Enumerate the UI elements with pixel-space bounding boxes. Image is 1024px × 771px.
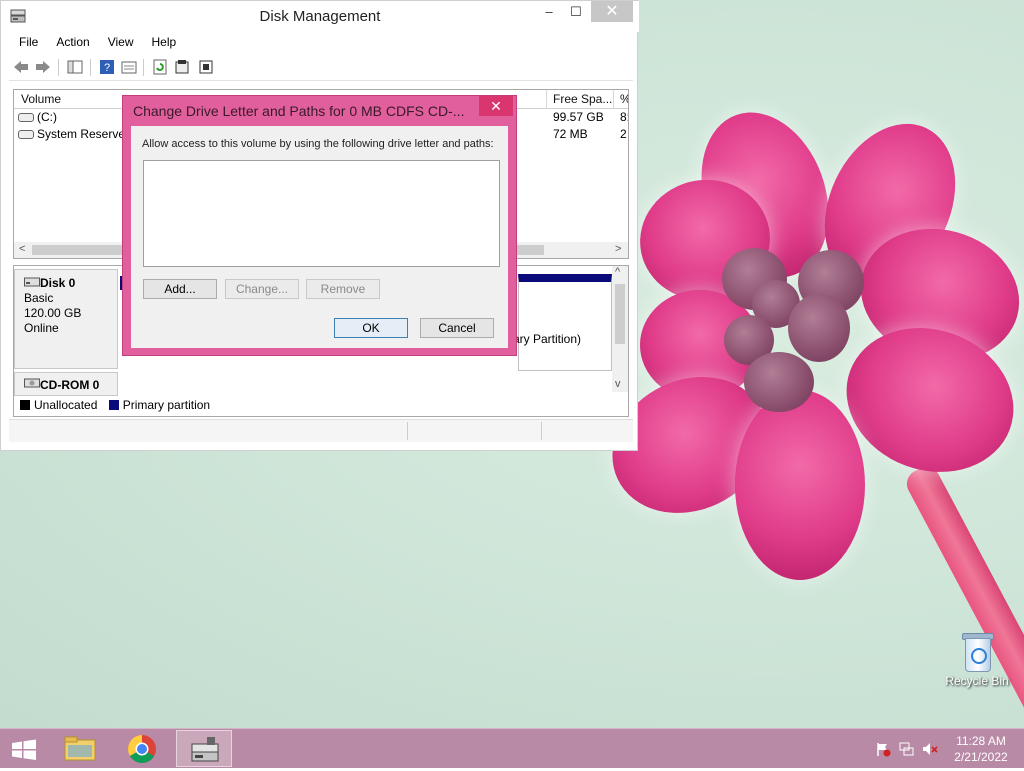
action-center-flag-icon[interactable] xyxy=(875,741,891,757)
free-space-value: 72 MB xyxy=(553,127,588,141)
disk-0-label[interactable]: Disk 0 Basic 120.00 GB Online xyxy=(14,269,118,369)
menu-bar: File Action View Help xyxy=(9,33,633,53)
network-icon[interactable] xyxy=(899,741,915,757)
scroll-up-icon[interactable]: ^ xyxy=(615,266,620,278)
column-free-space[interactable]: Free Spa... xyxy=(553,92,612,106)
change-button[interactable]: Change... xyxy=(225,279,299,299)
console-tree-icon[interactable] xyxy=(67,59,83,75)
cd-rom-0-label[interactable]: CD-ROM 0 xyxy=(14,372,118,396)
recycle-bin[interactable]: Recycle Bin xyxy=(940,630,1014,688)
drive-icon xyxy=(18,113,34,123)
taskbar-disk-management[interactable] xyxy=(176,730,232,767)
dialog-prompt: Allow access to this volume by using the… xyxy=(142,138,494,150)
system-clock[interactable]: 11:28 AM 2/21/2022 xyxy=(944,733,1018,765)
ok-button[interactable]: OK xyxy=(334,318,408,338)
properties-icon[interactable] xyxy=(121,59,137,75)
maximize-button[interactable]: ☐ xyxy=(562,1,590,22)
volume-name: System Reserved xyxy=(37,127,132,141)
dialog-title: Change Drive Letter and Paths for 0 MB C… xyxy=(133,103,465,119)
legend-unallocated: Unallocated xyxy=(34,398,98,412)
drive-paths-list[interactable] xyxy=(143,160,500,267)
flower-center xyxy=(788,294,850,362)
taskbar: 11:28 AM 2/21/2022 xyxy=(0,728,1024,768)
percent-free-value: 2 xyxy=(620,127,627,141)
forward-arrow-icon[interactable] xyxy=(35,59,51,75)
toolbar: ? xyxy=(9,54,633,81)
svg-text:?: ? xyxy=(104,62,110,74)
taskbar-chrome[interactable] xyxy=(114,730,170,767)
scroll-left-icon[interactable]: < xyxy=(19,243,25,255)
cancel-button[interactable]: Cancel xyxy=(420,318,494,338)
close-window-button[interactable]: ✕ xyxy=(591,1,633,22)
menu-view[interactable]: View xyxy=(98,33,142,49)
title-bar[interactable]: Disk Management – ☐ ✕ xyxy=(1,1,639,32)
legend-swatch-primary xyxy=(108,400,119,410)
flower-stem xyxy=(901,462,1024,728)
start-windows-icon[interactable] xyxy=(9,739,39,761)
vertical-scrollbar[interactable]: ^ v xyxy=(612,266,628,392)
chrome-icon xyxy=(128,735,156,763)
disk-name: CD-ROM 0 xyxy=(40,378,100,392)
status-bar xyxy=(9,419,633,442)
legend-primary: Primary partition xyxy=(122,398,211,412)
disk-management-icon xyxy=(191,737,219,762)
flower-center xyxy=(744,352,814,412)
recycle-bin-label: Recycle Bin xyxy=(945,674,1009,688)
flower-petal xyxy=(735,390,865,580)
menu-file[interactable]: File xyxy=(9,33,46,49)
column-percent-free[interactable]: % xyxy=(620,92,628,106)
menu-action[interactable]: Action xyxy=(46,33,97,49)
dialog-close-button[interactable]: ✕ xyxy=(479,96,513,116)
primary-partition-block[interactable]: ary Partition) xyxy=(513,274,612,371)
recycle-bin-icon xyxy=(962,630,994,672)
volume-muted-icon[interactable] xyxy=(922,741,938,757)
help-icon[interactable]: ? xyxy=(99,59,115,75)
disk-type: Basic xyxy=(24,291,54,305)
column-volume[interactable]: Volume xyxy=(21,92,61,106)
menu-help[interactable]: Help xyxy=(142,33,185,49)
add-button[interactable]: Add... xyxy=(143,279,217,299)
volume-name: (C:) xyxy=(37,110,57,124)
change-drive-letter-dialog: Change Drive Letter and Paths for 0 MB C… xyxy=(122,95,517,356)
clock-time: 11:28 AM xyxy=(956,734,1006,748)
drive-icon xyxy=(18,130,34,140)
cd-rom-icon xyxy=(24,378,40,388)
disk-name: Disk 0 xyxy=(40,276,76,290)
disk-status: Online xyxy=(24,321,59,335)
minimize-button[interactable]: – xyxy=(535,1,563,22)
rescan-disks-icon[interactable] xyxy=(174,59,190,75)
refresh-icon[interactable] xyxy=(152,59,168,75)
percent-free-value: 8: xyxy=(620,110,628,124)
legend: Unallocated Primary partition xyxy=(20,398,210,412)
scroll-right-icon[interactable]: > xyxy=(615,243,621,255)
hard-disk-icon xyxy=(24,277,40,287)
scrollbar-thumb[interactable] xyxy=(615,284,625,344)
free-space-value: 99.57 GB xyxy=(553,110,604,124)
disk-size: 120.00 GB xyxy=(24,306,82,320)
back-arrow-icon[interactable] xyxy=(13,59,29,75)
remove-button[interactable]: Remove xyxy=(306,279,380,299)
settings-icon[interactable] xyxy=(198,59,214,75)
partition-label: ary Partition) xyxy=(513,332,582,346)
legend-swatch-unallocated xyxy=(20,400,30,410)
clock-date: 2/21/2022 xyxy=(954,750,1008,764)
dialog-body: Allow access to this volume by using the… xyxy=(131,126,508,348)
folder-icon xyxy=(64,736,96,761)
taskbar-file-explorer[interactable] xyxy=(52,730,108,767)
scroll-down-icon[interactable]: v xyxy=(615,378,621,390)
